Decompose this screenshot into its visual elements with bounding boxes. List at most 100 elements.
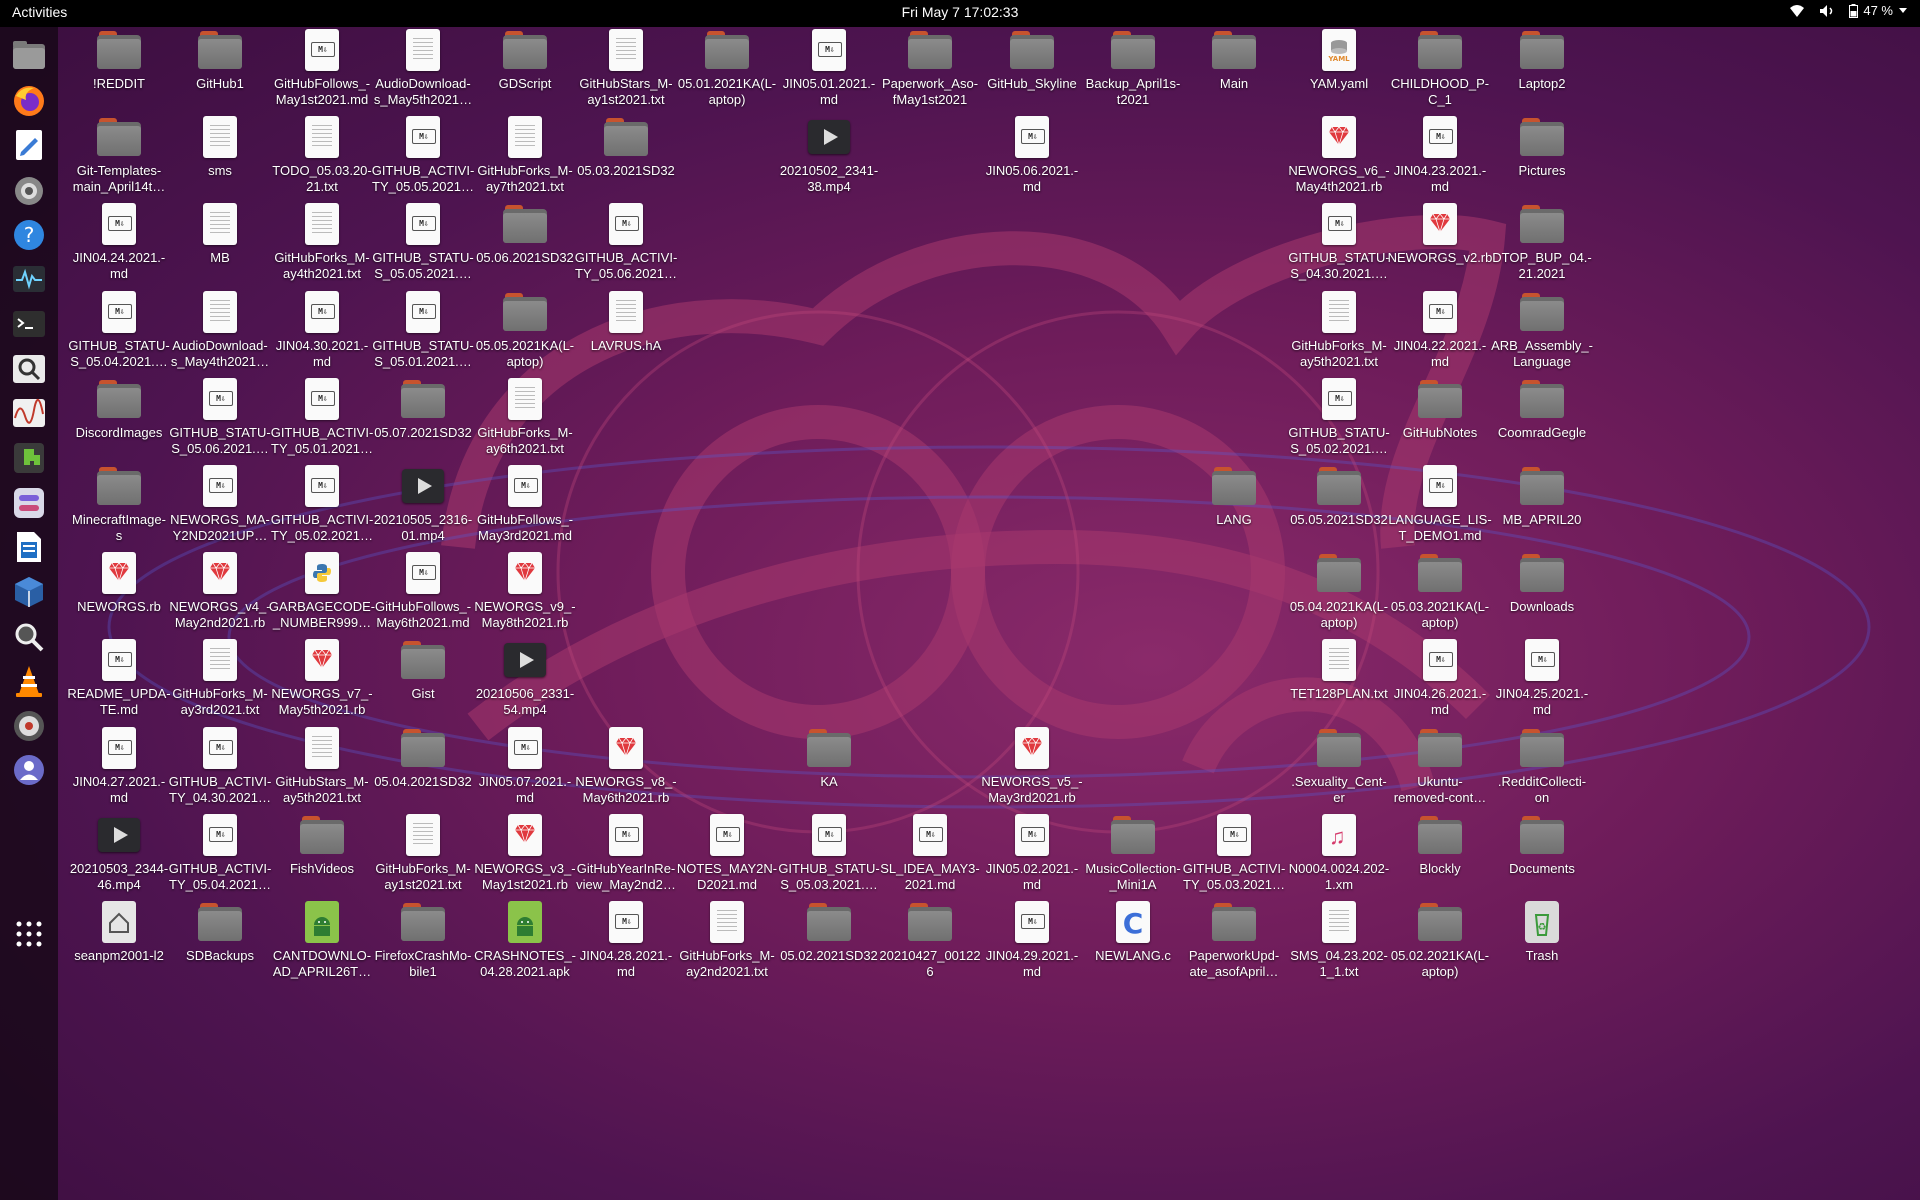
desktop-item[interactable]: NEWORGS_v9_- May8th2021.rb xyxy=(466,551,584,631)
desktop-item[interactable]: M⇩ GITHUB_ACTIVI- TY_05.06.2021… xyxy=(567,202,685,282)
show-apps-icon[interactable] xyxy=(9,914,49,954)
desktop-item[interactable]: .RedditCollecti- on xyxy=(1483,726,1601,806)
desktop-item[interactable]: SDBackups xyxy=(161,900,279,964)
desktop-item[interactable]: M⇩ GITHUB_ACTIVI- TY_04.30.2021… xyxy=(161,726,279,806)
desktop-item-label: Ukuntu- removed-cont… xyxy=(1393,774,1487,805)
writer-icon[interactable] xyxy=(9,527,49,567)
desktop-item[interactable]: GitHubForks_M- ay6th2021.txt xyxy=(466,377,584,457)
desktop-item[interactable]: M⇩ GITHUB_STATU- S_05.06.2021.… xyxy=(161,377,279,457)
search-tool-icon[interactable] xyxy=(9,349,49,389)
sound-graph-icon[interactable] xyxy=(9,393,49,433)
desktop-item[interactable]: M⇩ NEWORGS_MA- Y2ND2021UP… xyxy=(161,464,279,544)
desktop-item[interactable]: ♻ Trash xyxy=(1483,900,1601,964)
desktop-item[interactable]: MB_APRIL20 xyxy=(1483,464,1601,528)
desktop-item[interactable]: GitHub1 xyxy=(161,28,279,92)
wifi-icon[interactable] xyxy=(1789,4,1805,18)
desktop-item[interactable]: M⇩ GITHUB_STATU- S_05.01.2021.… xyxy=(364,290,482,370)
desktop-item[interactable]: CHILDHOOD_P- C_1 xyxy=(1381,28,1499,108)
desktop-item[interactable]: Ukuntu- removed-cont… xyxy=(1381,726,1499,806)
volume-icon[interactable] xyxy=(1819,4,1835,18)
desktop-item-label: Main xyxy=(1219,76,1249,91)
folder-icon xyxy=(1111,813,1155,857)
desktop-item[interactable]: M⇩ JIN04.25.2021.- md xyxy=(1483,638,1601,718)
desktop-item[interactable]: KA xyxy=(770,726,888,790)
desktop-item[interactable]: GitHubForks_M- ay2nd2021.txt xyxy=(668,900,786,980)
desktop-item[interactable]: 20210502_2341- 38.mp4 xyxy=(770,115,888,195)
desktop-item[interactable]: M⇩ GitHubFollows_- May3rd2021.md xyxy=(466,464,584,544)
desktop-item[interactable]: Gist xyxy=(364,638,482,702)
desktop-item[interactable]: 20210427_00122 6 xyxy=(871,900,989,980)
extensions-icon[interactable] xyxy=(9,438,49,478)
user-tool-icon[interactable] xyxy=(9,750,49,790)
desktop-item[interactable]: M⇩ NOTES_MAY2N- D2021.md xyxy=(668,813,786,893)
desktop-item-label: NEWORGS_MA- Y2ND2021UP… xyxy=(170,512,270,543)
desktop-item[interactable]: Main xyxy=(1175,28,1293,92)
firefox-icon[interactable] xyxy=(9,81,49,121)
desktop-item[interactable]: M⇩ GitHubFollows_- May6th2021.md xyxy=(364,551,482,631)
desktop-item[interactable]: GitHubNotes xyxy=(1381,377,1499,441)
virtualbox-icon[interactable] xyxy=(9,572,49,612)
desktop-item[interactable]: M⇩ GITHUB_ACTIVI- TY_05.05.2021… xyxy=(364,115,482,195)
desktop-item[interactable]: FirefoxCrashMo- bile1 xyxy=(364,900,482,980)
chevron-down-icon[interactable] xyxy=(1898,7,1908,15)
battery-indicator[interactable]: 47 % xyxy=(1849,3,1908,18)
system-tray[interactable]: 47 % xyxy=(1789,3,1908,18)
desktop-item[interactable]: 05.01.2021KA(L- aptop) xyxy=(668,28,786,108)
desktop-item[interactable]: NEWORGS_v8_- May6th2021.rb xyxy=(567,726,685,806)
desktop-item-label: FirefoxCrashMo- bile1 xyxy=(374,948,472,979)
desktop-item[interactable]: GitHubForks_M- ay1st2021.txt xyxy=(364,813,482,893)
desktop-item[interactable]: Pictures xyxy=(1483,115,1601,179)
desktop-item[interactable]: M⇩ GITHUB_ACTIVI- TY_05.03.2021… xyxy=(1175,813,1293,893)
desktop-item[interactable]: M⇩ JIN04.23.2021.- md xyxy=(1381,115,1499,195)
desktop-item[interactable]: GitHubForks_M- ay3rd2021.txt xyxy=(161,638,279,718)
desktop-item[interactable]: Downloads xyxy=(1483,551,1601,615)
desktop-item[interactable]: Documents xyxy=(1483,813,1601,877)
desktop-item[interactable]: 05.02.2021KA(L- aptop) xyxy=(1381,900,1499,980)
desktop-item[interactable]: M⇩ LANGUAGE_LIS- T_DEMO1.md xyxy=(1381,464,1499,544)
desktop-item-label: GitHubForks_M- ay3rd2021.txt xyxy=(172,686,268,717)
tweaks-icon[interactable] xyxy=(9,483,49,523)
terminal-icon[interactable] xyxy=(9,304,49,344)
magnifier-icon[interactable] xyxy=(9,617,49,657)
vlc-icon[interactable] xyxy=(9,661,49,701)
folder-icon xyxy=(1418,377,1462,421)
desktop-item[interactable]: PaperworkUpd- ate_asofApril… xyxy=(1175,900,1293,980)
disk-icon[interactable] xyxy=(9,706,49,746)
desktop-item[interactable]: M⇩ GITHUB_ACTIVI- TY_05.04.2021… xyxy=(161,813,279,893)
desktop-item[interactable]: ARB_Assembly_- Language xyxy=(1483,290,1601,370)
desktop-item[interactable]: 05.03.2021SD32 xyxy=(567,115,685,179)
desktop-item[interactable]: MB xyxy=(161,202,279,266)
desktop-item[interactable]: sms xyxy=(161,115,279,179)
desktop-item-label: 05.02.2021KA(L- aptop) xyxy=(1390,948,1490,979)
desktop-item[interactable]: Laptop2 xyxy=(1483,28,1601,92)
desktop-item[interactable]: M⇩ SL_IDEA_MAY3- 2021.md xyxy=(871,813,989,893)
text-editor-icon[interactable] xyxy=(9,125,49,165)
desktop-item[interactable]: M⇩ GITHUB_STATU- S_05.05.2021.… xyxy=(364,202,482,282)
desktop-item[interactable]: LAVRUS.hA xyxy=(567,290,685,354)
system-monitor-icon[interactable] xyxy=(9,259,49,299)
desktop-item[interactable]: CoomradGegle xyxy=(1483,377,1601,441)
settings-icon[interactable] xyxy=(9,171,49,211)
c-source-file-icon: C xyxy=(1111,900,1155,944)
desktop-item[interactable]: M⇩ JIN04.22.2021.- md xyxy=(1381,290,1499,370)
desktop-item[interactable]: 05.03.2021KA(L- aptop) xyxy=(1381,551,1499,631)
desktop-item[interactable]: DTOP_BUP_04.- 21.2021 xyxy=(1483,202,1601,282)
desktop-item[interactable]: 05.04.2021SD32 xyxy=(364,726,482,790)
desktop-item[interactable]: M⇩ JIN04.26.2021.- md xyxy=(1381,638,1499,718)
files-icon[interactable] xyxy=(9,35,49,75)
desktop-item[interactable]: NEWORGS_v4_- May2nd2021.rb xyxy=(161,551,279,631)
desktop-item[interactable]: Paperwork_Aso- fMay1st2021 xyxy=(871,28,989,108)
desktop-item[interactable]: 05.07.2021SD32 xyxy=(364,377,482,441)
help-icon[interactable]: ? xyxy=(9,215,49,255)
desktop-item[interactable]: AudioDownload- s_May4th2021… xyxy=(161,290,279,370)
desktop-item[interactable]: NEWORGS_v5_- May3rd2021.rb xyxy=(973,726,1091,806)
desktop-item[interactable]: 20210505_2316- 01.mp4 xyxy=(364,464,482,544)
desktop-item[interactable]: LANG xyxy=(1175,464,1293,528)
desktop-item[interactable]: NEWORGS_v2.rb xyxy=(1381,202,1499,266)
desktop-item-label: 05.03.2021KA(L- aptop) xyxy=(1390,599,1490,630)
desktop-item[interactable]: AudioDownload- s_May5th2021… xyxy=(364,28,482,108)
desktop-item[interactable]: M⇩ JIN05.06.2021.- md xyxy=(973,115,1091,195)
desktop-item[interactable]: 20210506_2331- 54.mp4 xyxy=(466,638,584,718)
desktop-item[interactable]: Blockly xyxy=(1381,813,1499,877)
clock[interactable]: Fri May 7 17:02:33 xyxy=(0,4,1920,20)
